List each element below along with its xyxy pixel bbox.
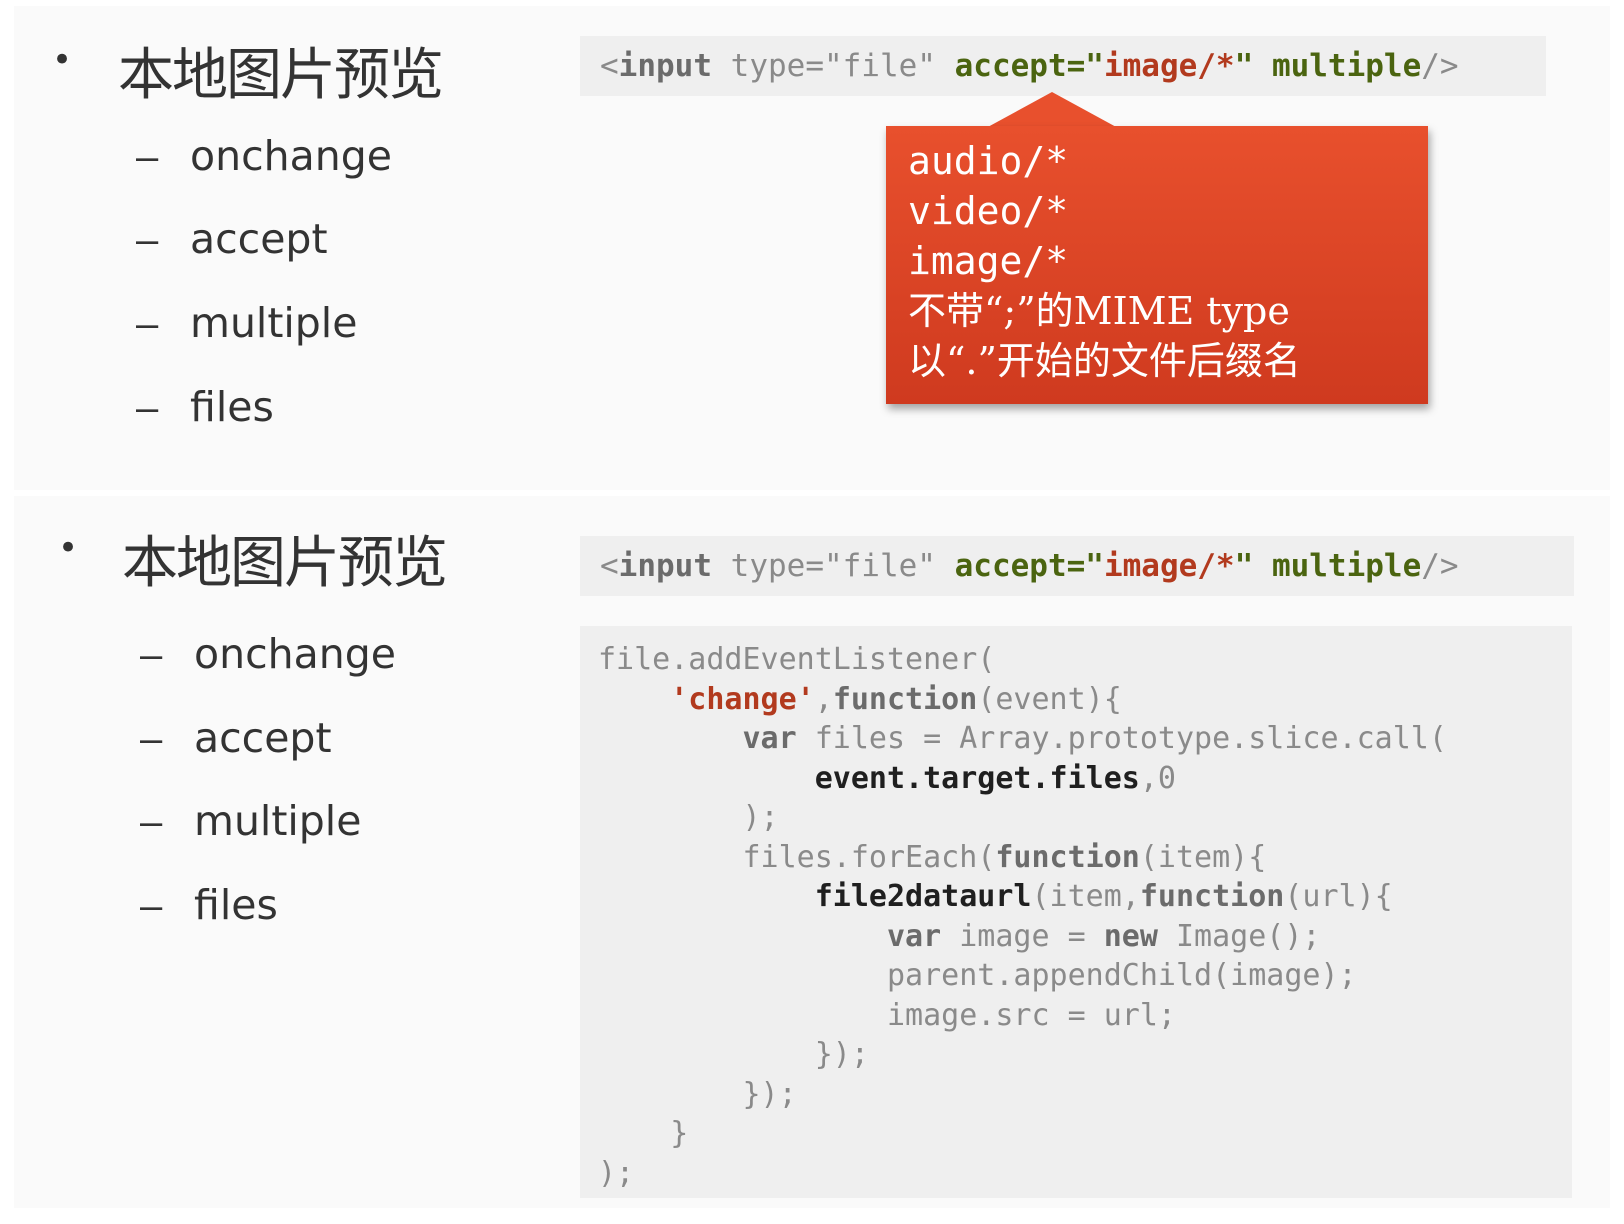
code-token: function: [995, 839, 1140, 875]
code-line: image.src = url;: [598, 996, 1572, 1036]
bullet-dot: •: [58, 528, 79, 568]
code-token: new: [1103, 918, 1158, 954]
code-block: file.addEventListener( 'change',function…: [580, 626, 1572, 1198]
code-token-accept-value: image/*: [1103, 548, 1235, 584]
sub-item-onchange: onchange: [190, 132, 392, 180]
code-token: <: [600, 48, 619, 84]
code-token: <: [600, 548, 619, 584]
code-line: }: [598, 1114, 1572, 1154]
sub-item-dash: –: [136, 302, 159, 346]
sub-item-dash: –: [140, 884, 163, 928]
callout-line-extension: 以“.”开始的文件后缀名: [908, 339, 1301, 383]
bullet-dot: •: [52, 40, 73, 80]
sub-item-accept: accept: [194, 714, 332, 762]
code-line: file.addEventListener(: [598, 640, 1572, 680]
sub-item-files: files: [194, 881, 278, 929]
code-token: type="file": [712, 48, 955, 84]
accept-values-callout: audio/* video/* image/* 不带“;”的MIME type …: [886, 126, 1428, 404]
code-line: files.forEach(function(item){: [598, 838, 1572, 878]
code-token: (item){: [1139, 839, 1267, 875]
code-token: files = Array.prototype.slice.call(: [796, 721, 1447, 756]
code-line: var files = Array.prototype.slice.call(: [598, 719, 1572, 759]
callout-line-video: video/*: [908, 189, 1069, 233]
sub-item-files: files: [190, 383, 274, 431]
code-line: );: [598, 1154, 1572, 1194]
sub-item-dash: –: [136, 135, 159, 179]
sub-item-multiple: multiple: [194, 797, 362, 845]
code-token: );: [598, 800, 779, 835]
code-token: }: [598, 1116, 689, 1151]
code-token-accept: accept=": [954, 48, 1104, 84]
callout-line-image: image/*: [908, 239, 1069, 283]
callout-line-audio: audio/*: [908, 139, 1069, 183]
code-token: files.forEach(: [598, 839, 996, 875]
code-token: image =: [941, 918, 1104, 954]
sub-item-dash: –: [140, 633, 163, 677]
code-token-tag: input: [618, 48, 712, 84]
presentation-page: • 本地图片预览 – onchange – accept – multiple …: [0, 0, 1624, 1224]
code-token: 'change': [670, 681, 815, 717]
code-token: (url){: [1284, 879, 1393, 914]
code-token: function: [1139, 879, 1285, 914]
code-token-accept: accept=": [954, 548, 1104, 584]
code-token-tag: input: [618, 548, 712, 584]
sub-item-dash: –: [140, 800, 163, 844]
code-line: file2dataurl(item,function(url){: [598, 877, 1572, 917]
code-token-multiple: multiple: [1271, 48, 1422, 84]
code-token: file2dataurl: [814, 879, 1032, 914]
sub-item-dash: –: [136, 386, 159, 430]
code-token: var: [886, 918, 942, 954]
code-token: });: [598, 1076, 797, 1112]
sub-item-accept: accept: [190, 215, 328, 263]
code-token: var: [742, 721, 797, 756]
code-line: parent.appendChild(image);: [598, 956, 1572, 996]
code-token-accept-close: ": [1234, 48, 1272, 84]
sub-item-multiple: multiple: [190, 299, 358, 347]
code-token: type="file": [712, 548, 955, 584]
code-token: (event){: [977, 681, 1122, 717]
code-line: 'change',function(event){: [598, 680, 1572, 720]
input-code-strip: <input type="file" accept="image/*" mult…: [580, 36, 1546, 96]
callout-line-mime: 不带“;”的MIME type: [908, 289, 1290, 333]
code-line: });: [598, 1075, 1572, 1115]
code-token: ,0: [1139, 760, 1176, 796]
slide-title: 本地图片预览: [118, 43, 444, 108]
sub-item-dash: –: [136, 218, 159, 262]
code-token: ,: [814, 681, 833, 717]
code-token-accept-value: image/*: [1103, 48, 1235, 84]
code-line: );: [598, 798, 1572, 838]
code-token: event.target.files: [814, 760, 1140, 796]
code-token-multiple: multiple: [1271, 548, 1422, 584]
code-token: />: [1421, 548, 1459, 584]
code-token: parent.appendChild(image);: [598, 958, 1357, 993]
code-line: });: [598, 1035, 1572, 1075]
code-token: );: [598, 1155, 635, 1191]
callout-pointer: [986, 92, 1118, 128]
sub-item-onchange: onchange: [194, 630, 396, 678]
code-line: var image = new Image();: [598, 917, 1572, 957]
slide-title: 本地图片预览: [122, 531, 448, 596]
code-token: Image();: [1157, 918, 1321, 954]
code-token: image.src = url;: [598, 997, 1176, 1033]
code-token: file.addEventListener(: [598, 642, 996, 677]
code-token-accept-close: ": [1234, 548, 1272, 584]
code-token: (item,: [1031, 879, 1140, 914]
code-token: });: [598, 1037, 869, 1072]
sub-item-dash: –: [140, 717, 163, 761]
code-line: event.target.files,0: [598, 759, 1572, 799]
code-token: function: [832, 681, 978, 717]
input-code-strip: <input type="file" accept="image/*" mult…: [580, 536, 1574, 596]
code-token: />: [1421, 48, 1459, 84]
